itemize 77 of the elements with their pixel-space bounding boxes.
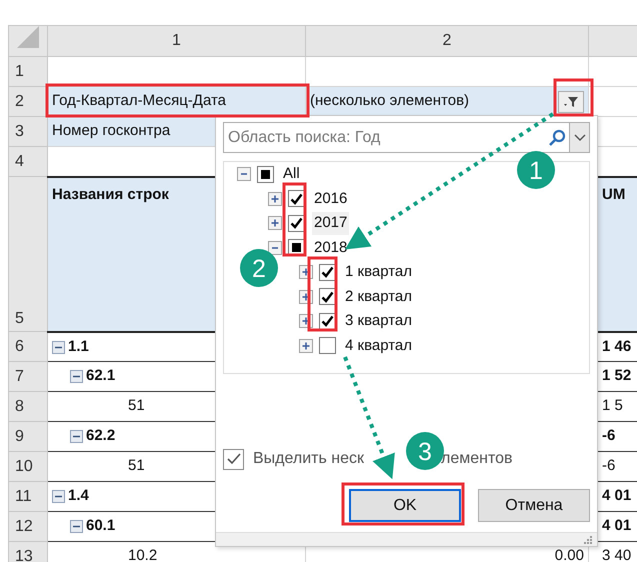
tree-item[interactable]: 3 квартал <box>343 310 414 332</box>
filter-value: (несколько элементов) <box>310 91 470 112</box>
checkbox[interactable] <box>288 214 305 232</box>
column-label: UM <box>602 186 626 202</box>
tree-item[interactable]: 1 квартал <box>343 261 414 284</box>
step-number-badge: 2 <box>240 249 278 287</box>
checkbox-label: Выделить неск <box>253 450 364 468</box>
pivot-row-label[interactable]: 62.2 <box>86 427 116 444</box>
tree-item[interactable]: 2016 <box>312 188 350 210</box>
expand-icon[interactable] <box>268 192 282 206</box>
tree-item[interactable]: 2018 <box>312 236 350 259</box>
checkmark-icon <box>226 452 242 466</box>
column-header[interactable]: 1 <box>172 32 181 49</box>
collapse-icon[interactable] <box>268 240 282 255</box>
pivot-row-label[interactable]: 62.1 <box>86 367 116 384</box>
table-cell: 1 46 <box>602 338 632 354</box>
filter-field-label: Номер госконтра <box>52 122 170 140</box>
collapse-icon[interactable] <box>52 340 65 354</box>
collapse-icon[interactable] <box>70 370 83 384</box>
filter-dropdown-button[interactable] <box>558 90 584 112</box>
table-cell: -6 <box>602 427 616 444</box>
step-number-badge: 1 <box>517 151 555 189</box>
tree-item[interactable]: 2 квартал <box>343 286 414 308</box>
table-cell: 3 40 <box>602 547 632 562</box>
checkmark-icon <box>321 315 334 328</box>
cancel-button[interactable]: Отмена <box>478 489 590 522</box>
ok-button[interactable]: OK <box>349 489 461 522</box>
search-field[interactable]: Область поиска: Год <box>223 122 590 153</box>
pivot-row-label[interactable]: 1.4 <box>68 487 89 504</box>
search-icon <box>547 128 567 148</box>
row-header[interactable]: 5 <box>15 310 24 327</box>
checkbox[interactable] <box>319 337 336 354</box>
tree-item[interactable]: 2017 <box>312 212 350 234</box>
column-label: Названия строк <box>52 186 169 202</box>
row-header[interactable]: 6 <box>15 338 24 354</box>
expand-icon[interactable] <box>299 338 313 353</box>
column-header[interactable]: 2 <box>442 32 452 49</box>
pivot-row-label: 51 <box>128 397 145 414</box>
expand-icon[interactable] <box>268 216 282 230</box>
table-cell: 1 5 <box>602 397 623 414</box>
collapse-icon[interactable] <box>70 430 83 444</box>
pivot-row-label: 10.2 <box>128 547 158 562</box>
table-cell: 4 01 <box>602 487 632 504</box>
checkbox[interactable] <box>319 288 336 306</box>
collapse-icon[interactable] <box>237 167 251 182</box>
row-header[interactable]: 8 <box>15 398 24 414</box>
checkbox[interactable] <box>257 166 274 183</box>
row-header[interactable]: 2 <box>15 92 24 110</box>
checkmark-icon <box>321 290 334 303</box>
chevron-down-icon <box>574 134 586 142</box>
table-cell: 4 01 <box>602 517 632 534</box>
tree-item[interactable]: 4 квартал <box>343 334 414 357</box>
checkbox[interactable] <box>288 190 305 208</box>
pivot-row-label[interactable]: 60.1 <box>86 517 116 534</box>
filter-icon <box>563 96 579 108</box>
filter-field-label: Год-Квартал-Месяц-Дата <box>52 92 226 110</box>
dropdown-arrow-button[interactable] <box>569 123 589 152</box>
checkmark-icon <box>321 266 334 278</box>
table-cell: 1 52 <box>602 367 632 384</box>
row-header[interactable]: 7 <box>15 368 24 384</box>
collapse-icon[interactable] <box>70 520 83 534</box>
pivot-row-label[interactable]: 1.1 <box>68 338 89 354</box>
table-cell: 0.00 <box>554 547 584 562</box>
resize-grip-icon <box>583 534 593 545</box>
row-header[interactable]: 3 <box>15 122 24 140</box>
checkmark-icon <box>290 192 303 205</box>
row-header[interactable]: 9 <box>15 428 24 444</box>
checkbox[interactable] <box>223 448 244 470</box>
checkbox[interactable] <box>319 264 336 281</box>
collapse-icon[interactable] <box>52 490 65 504</box>
row-header[interactable]: 1 <box>15 62 24 80</box>
row-header[interactable]: 4 <box>15 152 24 170</box>
pivot-row-label: 51 <box>128 457 145 474</box>
tree-item[interactable]: All <box>281 163 302 186</box>
checkmark-icon <box>290 217 303 230</box>
table-cell: -6 <box>602 457 616 474</box>
highlight-frame <box>554 78 594 116</box>
